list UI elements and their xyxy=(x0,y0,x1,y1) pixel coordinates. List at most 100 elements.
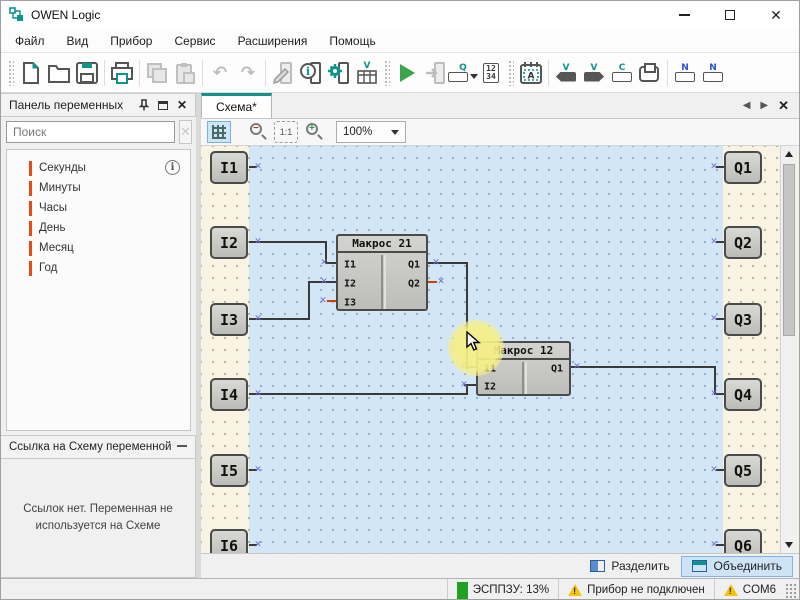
pin-marker[interactable]: ✕ xyxy=(254,540,262,550)
tab-scroll-left-icon[interactable]: ◀ xyxy=(743,100,751,111)
pin-marker[interactable]: ✕ xyxy=(254,237,262,247)
save-button[interactable] xyxy=(73,59,101,87)
input-block-i2[interactable]: I2 xyxy=(210,226,248,259)
variables-table-button[interactable]: V xyxy=(353,59,381,87)
pin-marker[interactable]: ✕ xyxy=(254,314,262,324)
variable-item[interactable]: Месяц xyxy=(7,238,190,258)
minimize-button[interactable] xyxy=(661,1,707,29)
clear-search-button[interactable]: ✕ xyxy=(179,120,192,144)
toolbar-grip[interactable] xyxy=(508,60,514,86)
pin-marker[interactable]: ✕ xyxy=(710,162,718,172)
close-panel-icon[interactable]: ✕ xyxy=(177,99,187,111)
menu-device[interactable]: Прибор xyxy=(110,34,152,48)
input-variable-button[interactable]: V xyxy=(552,59,580,87)
menu-extensions[interactable]: Расширения xyxy=(238,34,308,48)
output-block-q6[interactable]: Q6 xyxy=(724,529,762,553)
pin-marker[interactable]: ✕ xyxy=(254,162,262,172)
new-document-button[interactable] xyxy=(17,59,45,87)
variable-item[interactable]: Секунды xyxy=(7,158,190,178)
output-block-q3[interactable]: Q3 xyxy=(724,303,762,336)
scroll-up-icon[interactable] xyxy=(785,151,793,157)
variable-item[interactable]: Часы xyxy=(7,198,190,218)
tab-scroll-right-icon[interactable]: ▶ xyxy=(760,100,768,111)
input-block-i1[interactable]: I1 xyxy=(210,151,248,184)
toolbar-grip[interactable] xyxy=(384,60,390,86)
pin-marker[interactable]: ✕ xyxy=(437,277,445,287)
info-icon[interactable] xyxy=(165,160,180,175)
close-button[interactable]: ✕ xyxy=(753,1,799,29)
pin-marker[interactable]: ✕ xyxy=(710,465,718,475)
pin-marker[interactable]: ✕ xyxy=(710,540,718,550)
pin-icon[interactable] xyxy=(139,99,149,111)
input-block-i4[interactable]: I4 xyxy=(210,378,248,411)
menu-file[interactable]: Файл xyxy=(15,34,45,48)
zoom-reset-button[interactable]: 1:1 xyxy=(274,121,298,143)
maximize-button[interactable] xyxy=(707,1,753,29)
pin-marker[interactable]: ✕ xyxy=(319,296,327,306)
variable-item[interactable]: Минуты xyxy=(7,178,190,198)
redo-button[interactable]: ↷ xyxy=(234,59,262,87)
pin-marker[interactable]: ✕ xyxy=(710,389,718,399)
clock-block-button[interactable]: A xyxy=(517,59,545,87)
toolbar-grip[interactable] xyxy=(8,60,14,86)
split-view-button[interactable]: Разделить xyxy=(580,556,679,577)
merge-view-button[interactable]: Объединить xyxy=(681,556,793,577)
output-variable-button[interactable]: V xyxy=(580,59,608,87)
copy-button[interactable] xyxy=(143,59,171,87)
output-block-q4[interactable]: Q4 xyxy=(724,378,762,411)
search-input[interactable] xyxy=(6,121,175,143)
write-to-device-button[interactable] xyxy=(269,59,297,87)
toggle-grid-button[interactable] xyxy=(207,121,231,143)
pin-marker[interactable]: ✕ xyxy=(254,389,262,399)
pin-marker[interactable]: ✕ xyxy=(710,237,718,247)
insert-output-block-button[interactable]: Q xyxy=(449,59,477,87)
open-project-button[interactable] xyxy=(45,59,73,87)
wire-segment[interactable] xyxy=(308,281,310,320)
menu-service[interactable]: Сервис xyxy=(174,34,215,48)
zoom-out-button[interactable]: − xyxy=(247,121,269,143)
retain-memory-button[interactable] xyxy=(636,59,664,87)
com-port-status[interactable]: COM6 xyxy=(714,579,785,600)
tab-schema[interactable]: Схема* xyxy=(201,93,272,118)
collapse-icon[interactable] xyxy=(177,445,187,449)
zoom-level-combo[interactable]: 100% xyxy=(336,121,406,143)
online-debug-button[interactable] xyxy=(421,59,449,87)
input-block-i3[interactable]: I3 xyxy=(210,303,248,336)
output-block-q5[interactable]: Q5 xyxy=(724,454,762,487)
device-configuration-button[interactable] xyxy=(325,59,353,87)
input-block-i6[interactable]: I6 xyxy=(210,529,248,553)
wire-segment[interactable] xyxy=(249,393,468,395)
network-input-button[interactable]: N xyxy=(671,59,699,87)
wire-segment[interactable] xyxy=(571,366,716,368)
display-block-button[interactable]: 1234 xyxy=(477,59,505,87)
close-tab-icon[interactable]: ✕ xyxy=(778,98,789,114)
scrollbar-thumb[interactable] xyxy=(783,164,795,336)
input-block-i5[interactable]: I5 xyxy=(210,454,248,487)
macro-block-21[interactable]: Макрос 21 I1 I2 I3 Q1 Q2 xyxy=(336,234,428,311)
pin-marker[interactable]: ✕ xyxy=(710,314,718,324)
variable-item[interactable]: День xyxy=(7,218,190,238)
scroll-down-icon[interactable] xyxy=(785,542,793,548)
paste-button[interactable] xyxy=(171,59,199,87)
pin-marker[interactable]: ✕ xyxy=(460,380,468,390)
network-output-button[interactable]: N xyxy=(699,59,727,87)
resize-grip[interactable] xyxy=(785,583,797,599)
output-block-q1[interactable]: Q1 xyxy=(724,151,762,184)
start-simulation-button[interactable] xyxy=(393,59,421,87)
menu-view[interactable]: Вид xyxy=(67,34,89,48)
float-window-icon[interactable] xyxy=(158,101,168,110)
device-information-button[interactable]: i xyxy=(297,59,325,87)
menu-help[interactable]: Помощь xyxy=(329,34,375,48)
print-button[interactable] xyxy=(108,59,136,87)
pin-marker[interactable]: ✕ xyxy=(254,465,262,475)
undo-button[interactable]: ↶ xyxy=(206,59,234,87)
vertical-scrollbar[interactable] xyxy=(780,146,797,553)
pin-marker[interactable]: ✕ xyxy=(320,258,328,268)
constant-block-button[interactable]: C xyxy=(608,59,636,87)
schema-canvas[interactable]: I1 I2 I3 I4 I5 I6 Q1 Q2 Q3 Q4 Q5 Q6 xyxy=(201,146,799,553)
zoom-in-button[interactable]: + xyxy=(303,121,325,143)
pin-marker[interactable]: ✕ xyxy=(432,258,440,268)
pin-marker[interactable]: ✕ xyxy=(573,362,581,372)
variable-item[interactable]: Год xyxy=(7,258,190,278)
output-block-q2[interactable]: Q2 xyxy=(724,226,762,259)
